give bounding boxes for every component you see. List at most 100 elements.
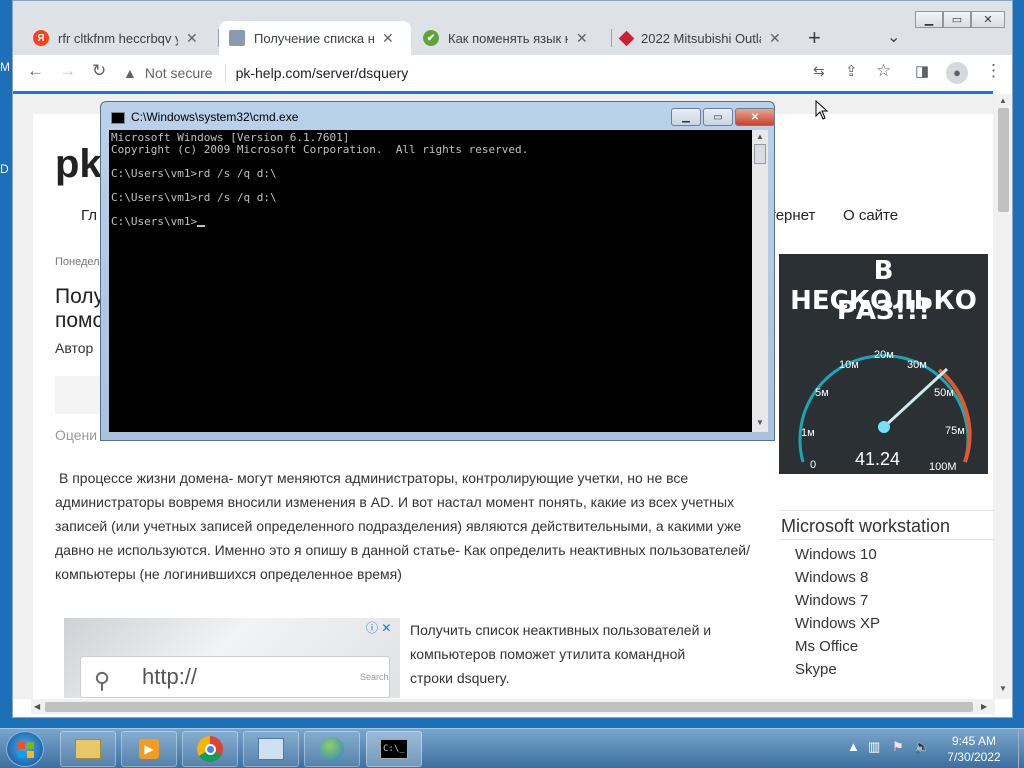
nav-item-about[interactable]: О сайте — [843, 207, 898, 224]
sidebar-ad-banner[interactable]: В НЕСКОЛЬКО РАЗ!!! 0 1м 5м 10м 20м 30м 5… — [779, 254, 988, 474]
scroll-thumb[interactable] — [45, 702, 973, 712]
ad-copy-line: строки dsquery. — [410, 670, 510, 686]
tab-search-icon[interactable]: ⌄ — [887, 27, 900, 47]
bookmark-star-icon[interactable]: ☆ — [876, 61, 891, 81]
ad-choices-icon[interactable]: ⓘ ✕ — [366, 619, 391, 636]
article-paragraph: В процессе жизни домена- могут меняются … — [55, 470, 750, 582]
network-icon[interactable]: ▥ — [868, 739, 880, 755]
gauge-tick: 1м — [801, 427, 815, 439]
console-line: C:\Users\vm1>rd /s /q d:\ — [111, 191, 277, 204]
forward-icon[interactable]: → — [59, 61, 76, 81]
sidebar-heading: Microsoft workstation — [779, 510, 994, 540]
address-bar[interactable]: ▲ Not secure pk-help.com/server/dsquery — [123, 59, 858, 87]
gauge-tick: 30м — [907, 359, 927, 371]
sidebar-item-windows-8[interactable]: Windows 8 — [795, 569, 868, 586]
show-hidden-icons-icon[interactable]: ▲ — [847, 739, 860, 754]
ad-image[interactable]: ⚲ http:// Search — [64, 618, 400, 698]
show-desktop-button[interactable] — [1018, 729, 1024, 768]
side-panel-icon[interactable]: ◨ — [915, 62, 929, 80]
reload-icon[interactable]: ↻ — [92, 61, 106, 81]
tab-2[interactable]: Получение списка неак ✕ — [219, 21, 411, 55]
sidebar-item-windows-xp[interactable]: Windows XP — [795, 615, 880, 632]
close-icon[interactable]: ✕ — [382, 30, 394, 47]
search-icon: ⚲ — [94, 668, 111, 693]
close-window-button[interactable]: ✕ — [735, 108, 775, 126]
page-title-line: Полу — [55, 285, 105, 308]
info-box — [55, 376, 105, 414]
start-button[interactable] — [6, 731, 44, 767]
sidebar-item-skype[interactable]: Skype — [795, 661, 837, 678]
scroll-down-icon[interactable]: ▼ — [999, 684, 1007, 693]
minimize-button[interactable]: ▁ — [915, 11, 943, 28]
scroll-up-icon[interactable]: ▲ — [999, 96, 1007, 105]
menu-icon[interactable]: ⋮ — [985, 61, 1002, 81]
close-icon[interactable]: ✕ — [576, 30, 588, 47]
rating-label: Оцени — [55, 427, 98, 443]
scroll-up-icon[interactable]: ▲ — [756, 132, 764, 141]
close-icon[interactable]: ✕ — [769, 30, 781, 47]
gauge-speed: 41.24 — [855, 449, 900, 469]
tab-3[interactable]: ✔ Как поменять язык на W ✕ — [413, 21, 608, 55]
console-output[interactable]: Microsoft Windows [Version 6.1.7601] Copy… — [109, 130, 752, 432]
author-label: Автор — [55, 340, 94, 356]
chrome-icon[interactable] — [182, 731, 238, 767]
maximize-button[interactable]: ▭ — [943, 11, 971, 28]
close-icon[interactable]: ✕ — [186, 30, 198, 47]
gauge-tick: 20м — [874, 349, 894, 361]
scroll-right-icon[interactable]: ▶ — [981, 702, 987, 711]
scroll-thumb[interactable] — [754, 144, 766, 164]
minimize-button[interactable]: ▁ — [671, 108, 701, 126]
cmd-window-title: C:\Windows\system32\cmd.exe — [131, 110, 299, 124]
ad-copy: Получить список неактивных пользователей… — [410, 618, 750, 690]
taskbar: ▶ C:\_ ▲ ▥ ⚑ 🔈 9:45 AM 7/30/2022 — [0, 728, 1024, 768]
gauge-tick: 100М — [929, 461, 957, 473]
console-line: Copyright (c) 2009 Microsoft Corporation… — [111, 143, 529, 156]
scroll-left-icon[interactable]: ◀ — [34, 702, 40, 711]
control-panel-icon[interactable] — [243, 731, 299, 767]
scroll-down-icon[interactable]: ▼ — [756, 418, 764, 427]
sidebar-item-ms-office[interactable]: Ms Office — [795, 638, 858, 655]
windows-logo-icon — [18, 742, 34, 758]
ad-copy-line: Получить список неактивных пользователей… — [410, 622, 712, 638]
system-clock[interactable]: 9:45 AM 7/30/2022 — [932, 733, 1016, 765]
url-text[interactable]: pk-help.com/server/dsquery — [236, 65, 409, 81]
action-center-icon[interactable]: ⚑ — [892, 739, 904, 755]
profile-avatar-icon[interactable]: ● — [946, 62, 968, 84]
maximize-button[interactable]: ▭ — [703, 108, 733, 126]
nav-item-home[interactable]: Гл — [81, 207, 97, 224]
sidebar-item-windows-7[interactable]: Windows 7 — [795, 592, 868, 609]
console-line: C:\Users\vm1> — [111, 216, 528, 228]
scroll-thumb[interactable] — [998, 108, 1009, 212]
cmd-icon[interactable]: C:\_ — [366, 731, 422, 767]
tab-label: rfr cltkfnm heccrbqv yf c — [58, 30, 178, 46]
page-title-line: помс — [55, 309, 103, 332]
not-secure-label: Not secure — [144, 65, 213, 81]
tab-4[interactable]: 2022 Mitsubishi Outland ✕ — [611, 21, 803, 55]
gauge-tick: 75м — [945, 425, 965, 437]
tab-strip: Я rfr cltkfnm heccrbqv yf c ✕ Получение … — [13, 1, 1012, 55]
explorer-icon[interactable] — [60, 731, 116, 767]
network-globe-icon[interactable] — [304, 731, 360, 767]
cmd-window[interactable]: C:\Windows\system32\cmd.exe ▁ ▭ ✕ Micros… — [100, 101, 775, 441]
console-line: C:\Users\vm1>rd /s /q d:\ — [111, 167, 277, 180]
horizontal-scrollbar[interactable]: ◀ ▶ — [31, 699, 995, 715]
tab-label: Как поменять язык на W — [448, 30, 568, 46]
clock-time: 9:45 AM — [951, 734, 997, 748]
console-scrollbar[interactable]: ▲ ▼ — [752, 130, 768, 432]
text-cursor — [197, 225, 206, 227]
close-window-button[interactable]: ✕ — [971, 11, 1005, 28]
clock-date: 7/30/2022 — [947, 750, 1001, 764]
ad-url-text: http:// — [142, 664, 198, 689]
nav-item-internet[interactable]: тернет — [769, 207, 815, 224]
breadcrumb[interactable]: Понедел — [55, 256, 100, 268]
volume-icon[interactable]: 🔈 — [914, 739, 930, 755]
media-player-icon[interactable]: ▶ — [121, 731, 177, 767]
new-tab-button[interactable]: + — [808, 25, 821, 51]
back-icon[interactable]: ← — [27, 61, 44, 81]
warning-icon: ▲ — [123, 65, 137, 81]
tab-1[interactable]: Я rfr cltkfnm heccrbqv yf c ✕ — [23, 21, 213, 55]
yandex-icon: Я — [33, 30, 49, 46]
sidebar-item-windows-10[interactable]: Windows 10 — [795, 546, 877, 563]
vertical-scrollbar[interactable]: ▲ ▼ — [995, 94, 1012, 699]
gauge-tick: 10м — [839, 359, 859, 371]
